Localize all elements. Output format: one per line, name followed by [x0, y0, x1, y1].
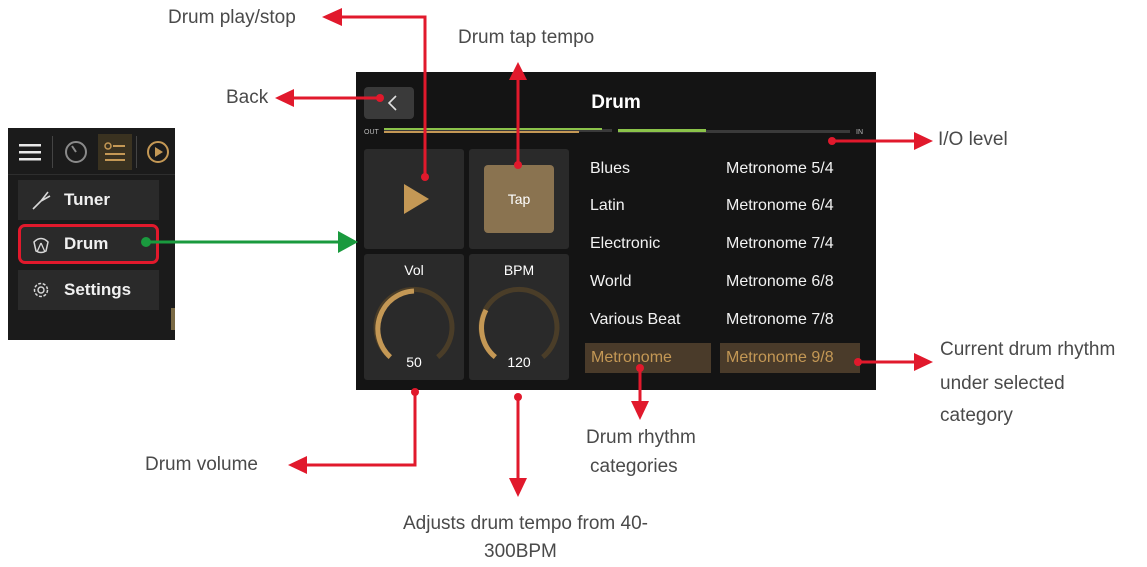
- callout-categories-line1: Drum rhythm: [586, 427, 696, 448]
- arrow-tap-tempo: [509, 62, 527, 169]
- callout-volume: Drum volume: [145, 454, 258, 475]
- arrow-tempo: [509, 393, 527, 497]
- arrow-volume: [288, 388, 419, 474]
- callout-categories-line2: categories: [590, 456, 678, 477]
- callout-tempo-line2: 300BPM: [484, 541, 557, 562]
- arrow-play-stop: [322, 8, 429, 181]
- arrow-io-level: [828, 132, 933, 150]
- arrow-back: [275, 89, 384, 107]
- callout-tempo-line1: Adjusts drum tempo from 40-: [403, 513, 648, 534]
- callout-current-rhythm-line3: category: [940, 405, 1013, 426]
- arrow-categories: [631, 364, 649, 420]
- callout-play-stop: Drum play/stop: [168, 7, 296, 28]
- callout-current-rhythm-line1: Current drum rhythm: [940, 339, 1116, 360]
- callout-arrows: [141, 8, 933, 497]
- arrow-current-rhythm: [854, 353, 933, 371]
- callout-back: Back: [226, 87, 269, 108]
- callout-tap-tempo: Drum tap tempo: [458, 27, 595, 48]
- callout-current-rhythm-line2: under selected: [940, 373, 1065, 394]
- callout-io-level: I/O level: [938, 129, 1008, 150]
- arrow-drum-menu: [141, 231, 358, 253]
